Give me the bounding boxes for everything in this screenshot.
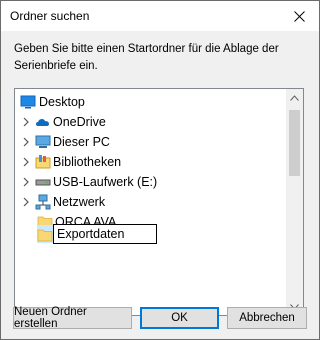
desktop-icon: [20, 95, 36, 109]
chevron-right-icon[interactable]: [21, 157, 31, 167]
chevron-right-icon[interactable]: [21, 197, 31, 207]
tree-item-label: OneDrive: [53, 115, 106, 129]
instruction-text: Geben Sie bitte einen Startordner für di…: [14, 43, 279, 72]
tree-item-this-pc[interactable]: Dieser PC: [15, 132, 287, 152]
scroll-up-button[interactable]: [286, 89, 303, 106]
onedrive-icon: [36, 119, 49, 126]
tree-item-label: USB-Laufwerk (E:): [53, 175, 158, 189]
window-title: Ordner suchen: [10, 9, 90, 23]
tree-item-onedrive[interactable]: OneDrive: [15, 112, 287, 132]
chevron-right-icon[interactable]: [21, 137, 31, 147]
title-bar: Ordner suchen: [1, 1, 319, 31]
folder-tree[interactable]: Desktop OneDrive Dieser PC Bibliotheken …: [14, 88, 304, 316]
network-icon: [35, 194, 51, 210]
tree-item-label: Desktop: [39, 95, 85, 109]
chevron-up-icon: [290, 94, 299, 101]
vertical-scrollbar[interactable]: [286, 89, 303, 315]
ok-button[interactable]: OK: [140, 307, 219, 329]
tree-item-label: Netzwerk: [53, 195, 106, 209]
tree-item-label: Dieser PC: [53, 135, 110, 149]
folder-browse-dialog: Ordner suchen Geben Sie bitte einen Star…: [0, 0, 320, 340]
tree-item-libraries[interactable]: Bibliotheken: [15, 152, 287, 172]
cancel-button[interactable]: Abbrechen: [227, 307, 307, 329]
folder-name-input[interactable]: [53, 224, 157, 244]
close-icon: [293, 10, 305, 22]
drive-icon: [35, 179, 51, 186]
tree-item-usb-drive[interactable]: USB-Laufwerk (E:): [15, 172, 287, 192]
tree-item-label: Bibliotheken: [53, 155, 122, 169]
close-button[interactable]: [279, 1, 319, 31]
folder-icon: [37, 229, 53, 242]
chevron-right-icon[interactable]: [21, 117, 31, 127]
tree-item-network[interactable]: Netzwerk: [15, 192, 287, 212]
computer-icon: [35, 135, 51, 148]
chevron-right-icon[interactable]: [21, 177, 31, 187]
folder-tree-content: Desktop OneDrive Dieser PC Bibliotheken …: [15, 89, 287, 315]
library-icon: [35, 155, 51, 169]
new-folder-button[interactable]: Neuen Ordner erstellen: [13, 306, 132, 330]
dialog-body: Geben Sie bitte einen Startordner für di…: [1, 31, 319, 339]
scrollbar-thumb[interactable]: [289, 110, 300, 176]
tree-item-desktop[interactable]: Desktop: [15, 92, 287, 112]
